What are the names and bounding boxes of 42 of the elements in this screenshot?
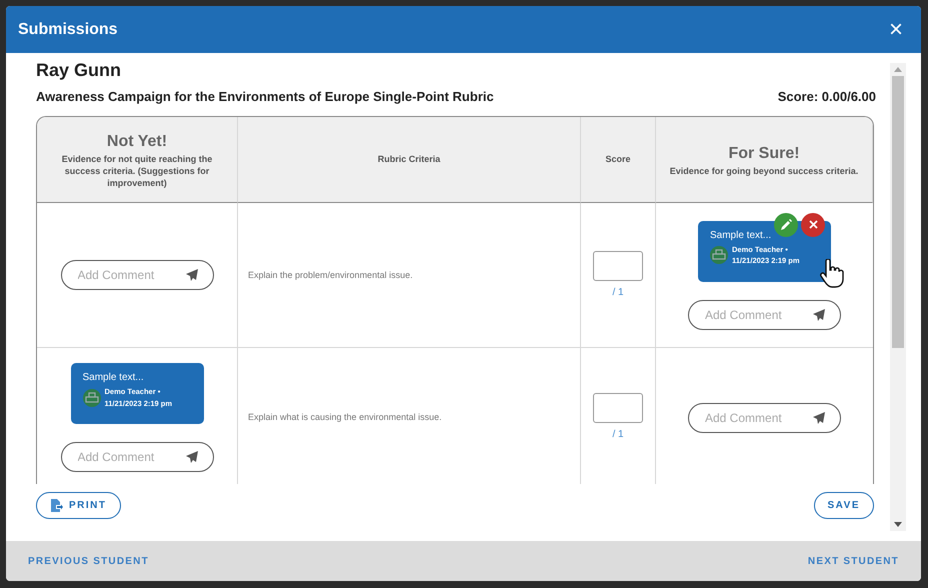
comment-field[interactable]: Add Comment xyxy=(688,300,841,330)
send-icon[interactable] xyxy=(813,412,825,424)
comment-field[interactable]: Add Comment xyxy=(60,442,214,472)
comment-text: Sample text... xyxy=(82,372,145,384)
column-title: For Sure! xyxy=(728,144,800,164)
send-icon[interactable] xyxy=(813,308,825,321)
column-title: Not Yet! xyxy=(106,132,168,152)
rubric-title: Awareness Campaign for the Environments of Europe Single-Point Rubric xyxy=(36,88,494,106)
previous-student-link[interactable]: PREVIOUS STUDENT xyxy=(28,554,149,568)
student-name: Ray Gunn xyxy=(36,61,122,81)
max-score: / 1 xyxy=(612,428,624,442)
next-student-link[interactable]: NEXT STUDENT xyxy=(808,554,899,568)
column-title: Score xyxy=(605,153,630,166)
scroll-thumb[interactable] xyxy=(892,76,904,348)
column-title: Rubric Criteria xyxy=(378,153,440,166)
export-document-icon xyxy=(50,499,63,512)
scroll-down-icon[interactable] xyxy=(894,522,902,527)
scrollbar[interactable] xyxy=(890,63,906,531)
hand-cursor-icon xyxy=(819,258,845,289)
print-button[interactable]: PRINT xyxy=(36,492,120,520)
column-description: Evidence for going beyond success criteria. xyxy=(670,166,858,178)
send-icon[interactable] xyxy=(186,451,198,464)
delete-button[interactable] xyxy=(801,212,825,237)
comment-field[interactable]: Add Comment xyxy=(60,260,214,290)
save-button[interactable]: SAVE xyxy=(814,492,874,520)
modal-title: Submissions xyxy=(18,20,118,40)
column-description: Evidence for not quite reaching the success criteria. (Suggestions for improvement) xyxy=(60,154,214,190)
score-total: Score: 0.00/6.00 xyxy=(778,88,876,106)
avatar-icon xyxy=(710,246,728,264)
max-score: / 1 xyxy=(612,286,624,300)
comment-field[interactable]: Add Comment xyxy=(688,402,841,433)
edit-button[interactable] xyxy=(774,212,798,237)
criterion-text: Explain the problem/environmental issue. xyxy=(248,268,413,282)
score-input[interactable] xyxy=(593,250,643,281)
close-icon xyxy=(808,220,818,230)
pencil-icon xyxy=(780,219,792,230)
avatar-icon xyxy=(82,388,100,407)
close-button[interactable]: × xyxy=(884,18,907,42)
comment-text: Sample text... xyxy=(710,230,772,242)
send-icon[interactable] xyxy=(186,269,198,282)
criterion-text: Explain what is causing the environmental issue. xyxy=(248,411,442,424)
score-input[interactable] xyxy=(593,393,643,424)
